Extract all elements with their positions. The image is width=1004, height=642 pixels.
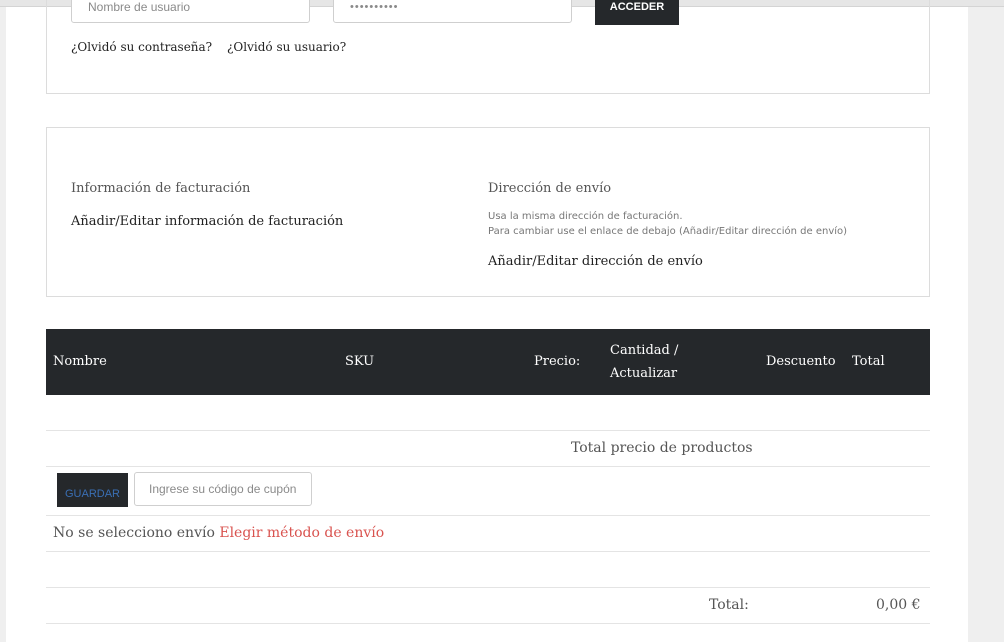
total-label: Total:	[709, 597, 749, 613]
forgot-password-link[interactable]: ¿Olvidó su contraseña?	[71, 40, 212, 54]
row-divider	[46, 515, 930, 516]
products-total-label: Total precio de productos	[571, 440, 753, 456]
billing-edit-link[interactable]: Añadir/Editar información de facturación	[71, 214, 343, 229]
header-update: Actualizar	[610, 366, 678, 381]
password-input[interactable]: ••••••••••	[333, 0, 572, 23]
shipping-status: No se selecciono envío Elegir método de …	[53, 525, 384, 541]
header-sku: SKU	[345, 354, 375, 369]
username-input[interactable]: Nombre de usuario	[71, 0, 310, 23]
coupon-input[interactable]: Ingrese su código de cupón	[134, 472, 312, 506]
save-coupon-button[interactable]: GUARDAR	[57, 473, 128, 507]
billing-title: Información de facturación	[71, 181, 251, 196]
header-quantity: Cantidad /	[610, 343, 679, 358]
shipping-note-line2: Para cambiar use el enlace de debajo (Añ…	[488, 226, 848, 237]
row-divider	[46, 623, 930, 624]
header-price: Precio:	[534, 354, 581, 369]
address-panel: Información de facturación Añadir/Editar…	[46, 127, 930, 297]
header-discount: Descuento	[766, 354, 836, 369]
forgot-username-link[interactable]: ¿Olvidó su usuario?	[227, 40, 346, 54]
header-name: Nombre	[53, 354, 107, 369]
shipping-title: Dirección de envío	[488, 181, 612, 196]
login-button[interactable]: ACCEDER	[595, 0, 679, 25]
row-divider	[46, 466, 930, 467]
choose-shipping-link[interactable]: Elegir método de envío	[219, 525, 384, 541]
row-divider	[46, 430, 930, 431]
header-total: Total	[852, 354, 885, 369]
checkout-page: Nombre de usuario •••••••••• ACCEDER ¿Ol…	[6, 0, 968, 642]
total-value: 0,00 €	[876, 597, 921, 613]
shipping-edit-link[interactable]: Añadir/Editar dirección de envío	[488, 254, 703, 269]
login-panel: Nombre de usuario •••••••••• ACCEDER ¿Ol…	[46, 0, 930, 94]
cart-table-header: Nombre SKU Precio: Cantidad / Actualizar…	[46, 329, 930, 395]
row-divider	[46, 587, 930, 588]
shipping-note-line1: Usa la misma dirección de facturación.	[488, 211, 683, 222]
no-shipping-text: No se selecciono envío	[53, 525, 215, 541]
row-divider	[46, 551, 930, 552]
